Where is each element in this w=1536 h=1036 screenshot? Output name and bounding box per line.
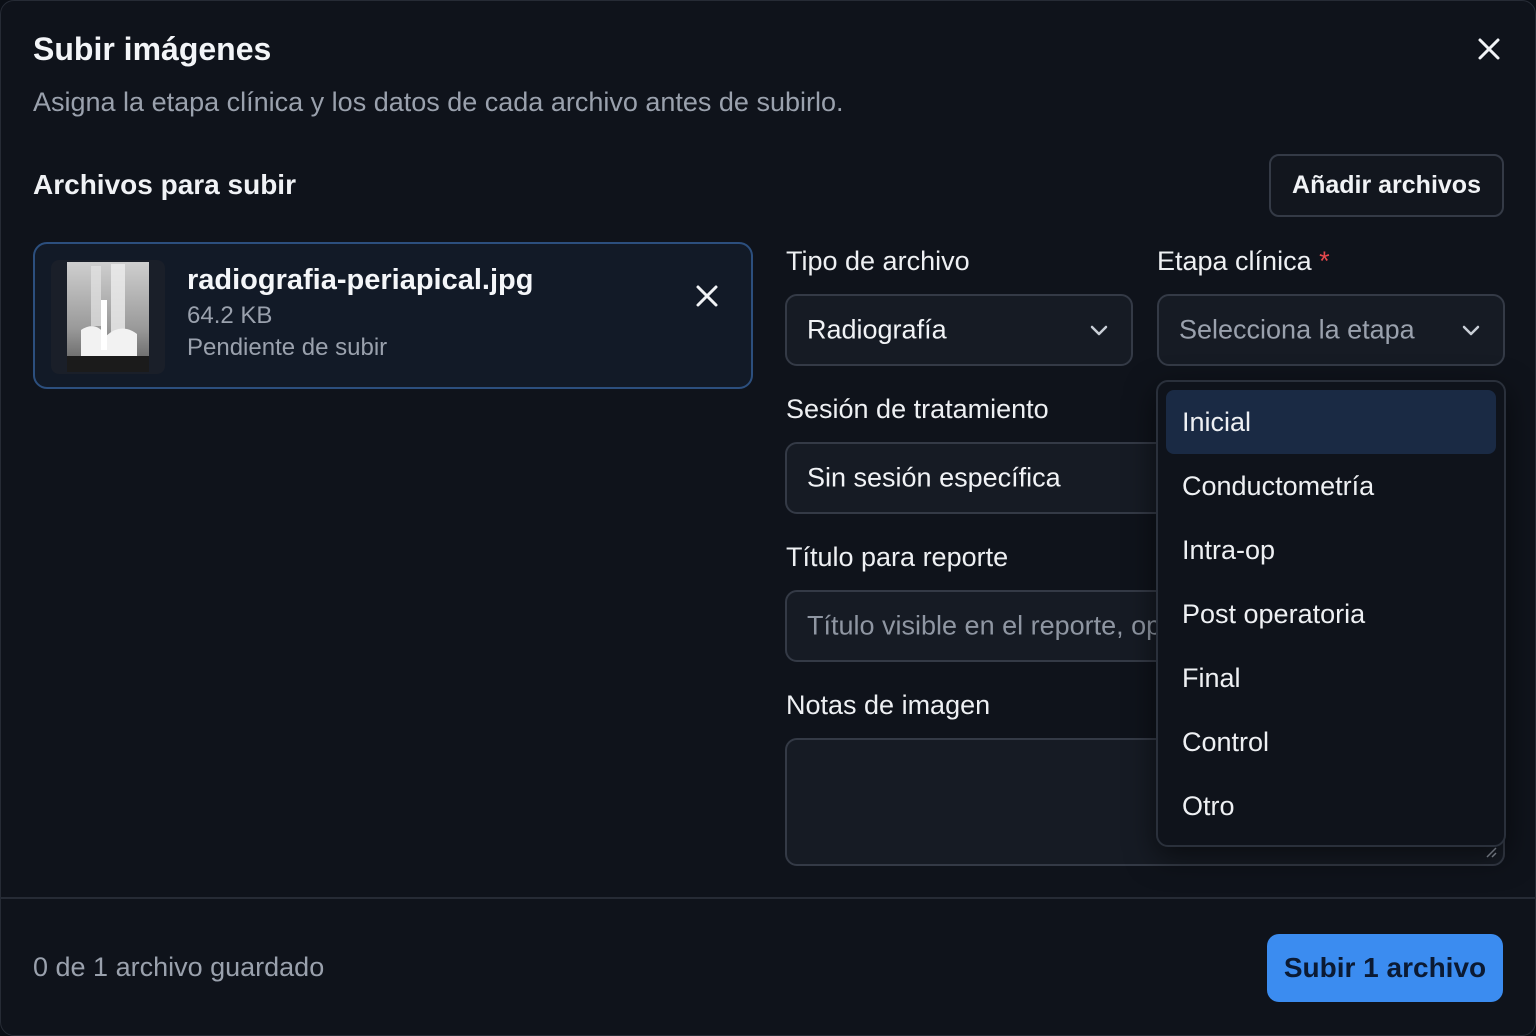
- saved-count: 0 de 1 archivo guardado: [33, 952, 325, 982]
- files-section-title: Archivos para subir: [33, 169, 296, 200]
- stage-option-post-operatoria[interactable]: Post operatoria: [1166, 582, 1496, 646]
- stage-select[interactable]: Selecciona la etapa: [1157, 294, 1505, 366]
- report-title-label: Título para reporte: [786, 542, 1009, 572]
- notes-label: Notas de imagen: [786, 690, 991, 720]
- submit-button[interactable]: Subir 1 archivo: [1267, 934, 1503, 1002]
- stage-option-control[interactable]: Control: [1166, 710, 1496, 774]
- file-size: 64.2 KB: [187, 302, 273, 329]
- file-name: radiografia-periapical.jpg: [187, 264, 534, 296]
- file-thumbnail: [51, 260, 165, 374]
- file-status: Pendiente de subir: [187, 334, 388, 361]
- chevron-down-icon: [1087, 318, 1111, 342]
- stage-placeholder: Selecciona la etapa: [1179, 314, 1415, 345]
- file-type-label: Tipo de archivo: [786, 246, 970, 276]
- stage-option-conductometria[interactable]: Conductometría: [1166, 454, 1496, 518]
- file-type-value: Radiografía: [807, 314, 947, 345]
- dialog-subtitle: Asigna la etapa clínica y los datos de c…: [33, 87, 844, 117]
- session-value: Sin sesión específica: [807, 462, 1061, 493]
- stage-dropdown: Inicial Conductometría Intra-op Post ope…: [1156, 380, 1506, 847]
- close-icon[interactable]: [1471, 31, 1507, 67]
- required-mark: *: [1319, 246, 1330, 276]
- stage-option-inicial[interactable]: Inicial: [1166, 390, 1496, 454]
- footer-divider: [1, 897, 1535, 899]
- stage-label: Etapa clínica *: [1157, 246, 1330, 276]
- chevron-down-icon: [1459, 318, 1483, 342]
- close-icon[interactable]: [687, 276, 727, 316]
- file-card[interactable]: radiografia-periapical.jpg 64.2 KB Pendi…: [33, 242, 753, 389]
- stage-option-otro[interactable]: Otro: [1166, 774, 1496, 838]
- stage-option-final[interactable]: Final: [1166, 646, 1496, 710]
- dialog-title: Subir imágenes: [33, 31, 272, 67]
- add-files-button[interactable]: Añadir archivos: [1269, 154, 1504, 217]
- file-type-select[interactable]: Radiografía: [785, 294, 1133, 366]
- stage-option-intra-op[interactable]: Intra-op: [1166, 518, 1496, 582]
- upload-dialog: Subir imágenes Asigna la etapa clínica y…: [0, 0, 1536, 1036]
- session-label: Sesión de tratamiento: [786, 394, 1049, 424]
